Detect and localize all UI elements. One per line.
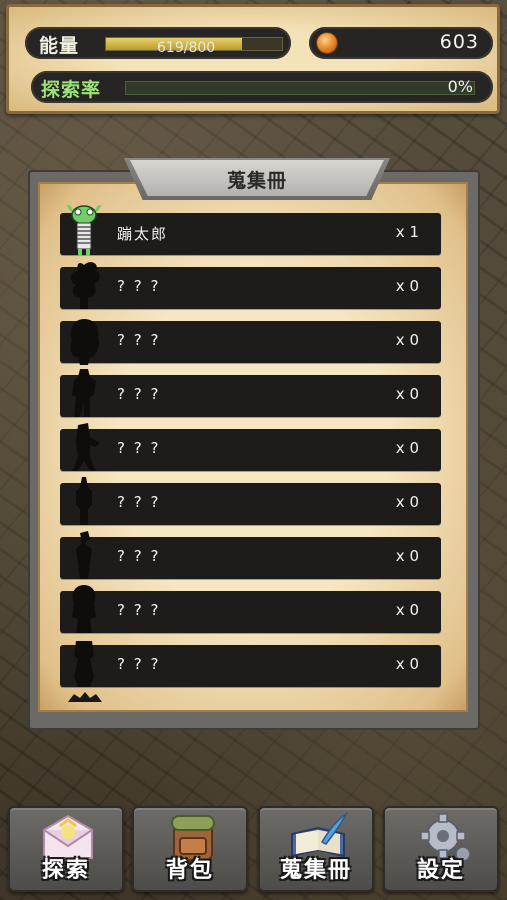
collection-list[interactable]: 蹦太郎 x 1 ? ? ? x 0 ? ? ? x 0 ? ? ? x 0 ? ? ? x… bbox=[60, 205, 441, 699]
collection-item-count: x 0 bbox=[395, 601, 419, 619]
collection-item-count: x 0 bbox=[395, 385, 419, 403]
frog-character-icon bbox=[66, 205, 102, 256]
collection-item-count: x 0 bbox=[395, 493, 419, 511]
unknown-silhouette-icon bbox=[76, 477, 92, 525]
collection-title: 蒐集冊 bbox=[226, 170, 287, 192]
coin-value: 603 bbox=[439, 31, 479, 53]
coin-counter: 603 bbox=[309, 27, 493, 59]
collection-row[interactable]: ? ? ? x 0 bbox=[60, 531, 441, 579]
collection-row[interactable]: ? ? ? x 0 bbox=[60, 423, 441, 471]
collection-item-name: ? ? ? bbox=[117, 277, 161, 295]
nav-settings-label: 設定 bbox=[416, 858, 465, 883]
energy-bar-container: 能量 619/800 bbox=[25, 27, 291, 59]
explore-rate-bar-container: 探索率 0% bbox=[31, 71, 493, 103]
collection-item-name: ? ? ? bbox=[117, 331, 161, 349]
collection-row[interactable]: ? ? ? x 0 bbox=[60, 319, 441, 365]
collection-item-name: 蹦太郎 bbox=[117, 225, 169, 243]
unknown-silhouette-icon bbox=[70, 262, 100, 309]
partial-silhouette-icon bbox=[68, 692, 102, 702]
collection-item-name: ? ? ? bbox=[117, 655, 161, 673]
energy-label: 能量 bbox=[39, 35, 80, 57]
energy-value: 619/800 bbox=[157, 40, 216, 56]
explore-rate-bar bbox=[125, 81, 475, 95]
collection-item-count: x 0 bbox=[395, 439, 419, 457]
nav-settings-button[interactable]: 設定 bbox=[383, 806, 499, 892]
unknown-silhouette-icon bbox=[76, 531, 92, 579]
collection-item-name: ? ? ? bbox=[117, 547, 161, 565]
status-panel: 能量 619/800 603 探索率 0% bbox=[6, 4, 500, 114]
unknown-silhouette-icon bbox=[70, 319, 100, 365]
nav-backpack-label: 背包 bbox=[165, 858, 214, 883]
explore-rate-value: 0% bbox=[447, 77, 473, 96]
collection-row[interactable]: ? ? ? x 0 bbox=[60, 641, 441, 687]
explore-rate-label: 探索率 bbox=[41, 79, 102, 101]
nav-explore-button[interactable]: 探索 bbox=[8, 806, 124, 892]
collection-item-count: x 0 bbox=[395, 331, 419, 349]
collection-row[interactable]: ? ? ? x 0 bbox=[60, 369, 441, 417]
collection-item-count: x 0 bbox=[395, 547, 419, 565]
nav-backpack-button[interactable]: 背包 bbox=[132, 806, 248, 892]
nav-collection-button[interactable]: 蒐集冊 bbox=[258, 806, 374, 892]
collection-item-name: ? ? ? bbox=[117, 385, 161, 403]
collection-row[interactable]: 蹦太郎 x 1 bbox=[60, 205, 441, 256]
collection-item-name: ? ? ? bbox=[117, 601, 161, 619]
nav-collection-label: 蒐集冊 bbox=[279, 858, 352, 883]
unknown-silhouette-icon bbox=[72, 369, 96, 417]
collection-item-name: ? ? ? bbox=[117, 493, 161, 511]
coin-icon bbox=[317, 33, 337, 53]
unknown-silhouette-icon bbox=[72, 423, 100, 471]
collection-row[interactable]: ? ? ? x 0 bbox=[60, 262, 441, 309]
collection-item-count: x 1 bbox=[395, 223, 419, 241]
collection-item-count: x 0 bbox=[395, 277, 419, 295]
nav-explore-label: 探索 bbox=[41, 858, 90, 883]
unknown-silhouette-icon bbox=[74, 641, 94, 687]
collection-item-name: ? ? ? bbox=[117, 439, 161, 457]
collection-row[interactable]: ? ? ? x 0 bbox=[60, 585, 441, 633]
unknown-silhouette-icon bbox=[72, 585, 96, 633]
collection-item-count: x 0 bbox=[395, 655, 419, 673]
collection-row[interactable]: ? ? ? x 0 bbox=[60, 477, 441, 525]
